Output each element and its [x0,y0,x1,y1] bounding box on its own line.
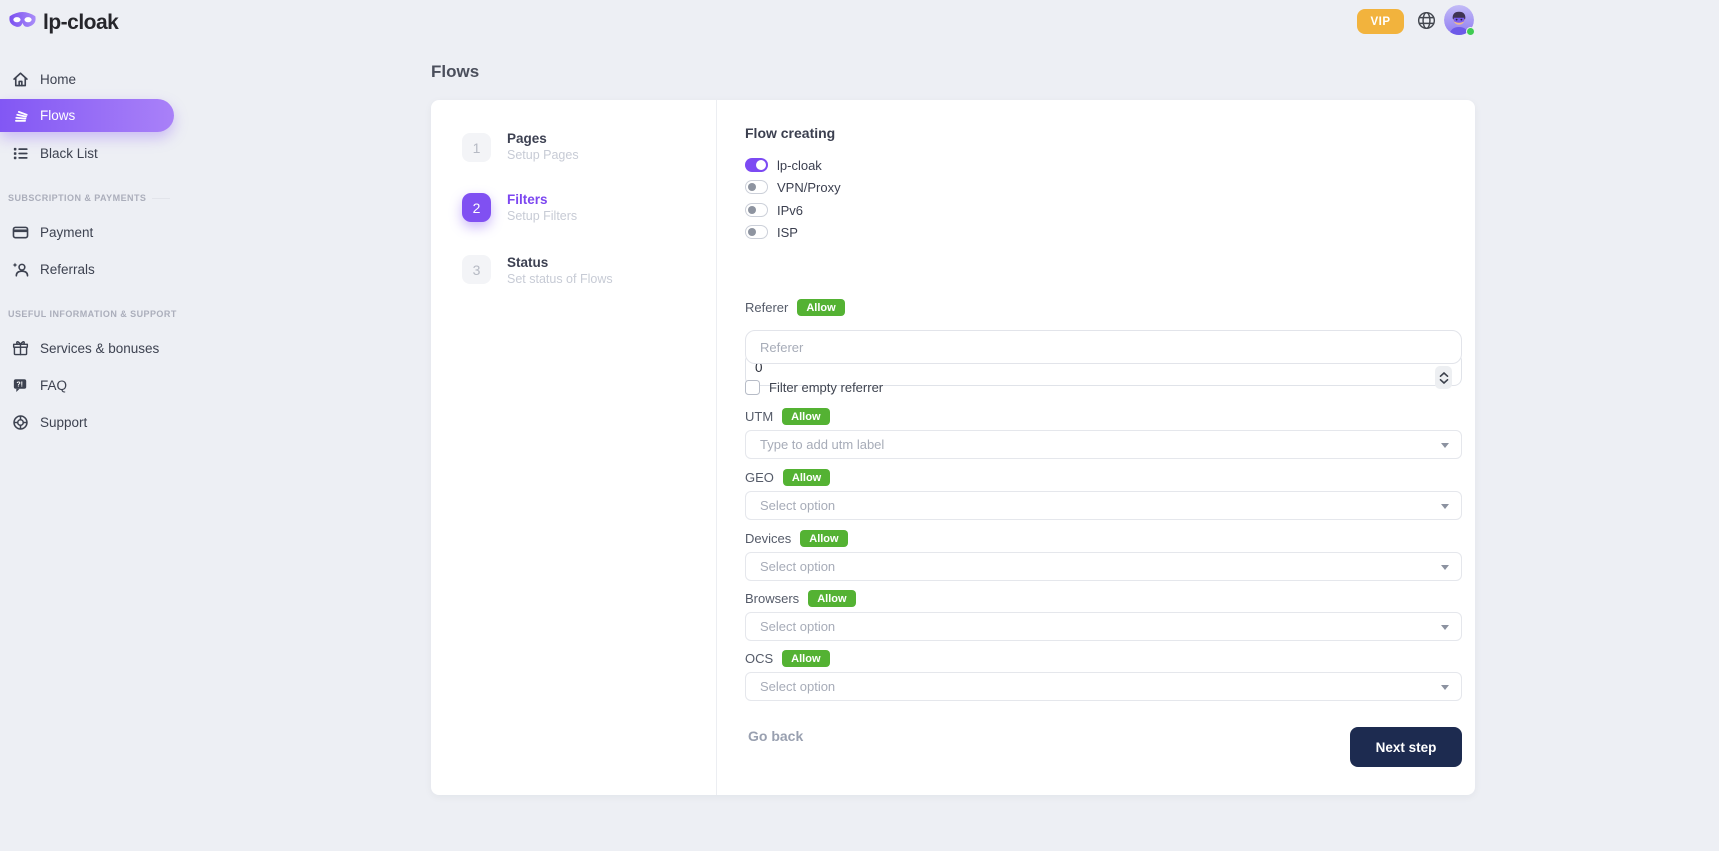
toggle-row-lp-cloak: lp-cloak [745,155,822,175]
wizard-step-3[interactable]: 3 [462,255,491,284]
step-number: 1 [473,140,481,156]
sidebar-item-home[interactable]: Home [0,63,174,95]
panel-divider [716,100,717,795]
browsers-label-row: Browsers Allow [745,590,856,607]
referer-input[interactable] [745,330,1462,364]
ocs-select[interactable]: Select option [745,672,1462,701]
referer-allow-badge[interactable]: Allow [797,299,844,316]
gift-icon [11,339,30,358]
isp-toggle[interactable] [745,225,768,239]
utm-combo [745,430,1462,459]
browsers-select[interactable]: Select option [745,612,1462,641]
select-placeholder: Select option [760,679,835,694]
sidebar-item-label: FAQ [40,378,67,393]
step-number: 2 [473,200,481,216]
devices-label: Devices [745,531,791,546]
sidebar-item-label: Support [40,415,87,430]
utm-label: UTM [745,409,773,424]
referer-label: Referer [745,300,788,315]
filter-empty-referrer-checkbox[interactable] [745,380,760,395]
sidebar-item-faq[interactable]: ?! FAQ [0,369,174,401]
user-avatar[interactable] [1444,5,1474,35]
wizard-step-3-subtitle: Set status of Flows [507,272,613,286]
wizard-step-1-title: Pages [507,131,547,146]
wizard-step-1-subtitle: Setup Pages [507,148,579,162]
support-icon [11,413,30,432]
vpn-proxy-toggle[interactable] [745,180,768,194]
referrals-icon [11,260,30,279]
go-back-button[interactable]: Go back [748,728,803,744]
number-stepper[interactable] [1435,366,1452,389]
toggle-row-vpn-proxy: VPN/Proxy [745,177,841,197]
payment-icon [11,223,30,242]
blacklist-icon [11,144,30,163]
sidebar-section-support: USEFUL INFORMATION & SUPPORT [8,309,170,319]
lp-cloak-toggle[interactable] [745,158,768,172]
ocs-allow-badge[interactable]: Allow [782,650,829,667]
sidebar-item-services-bonuses[interactable]: Services & bonuses [0,332,174,364]
sidebar-item-black-list[interactable]: Black List [0,137,174,169]
sidebar-section-subscription: SUBSCRIPTION & PAYMENTS [8,193,170,203]
sidebar-item-payment[interactable]: Payment [0,216,174,248]
toggle-row-isp: ISP [745,222,798,242]
sidebar-item-flows[interactable]: Flows [0,99,174,132]
sidebar-item-label: Referrals [40,262,95,277]
devices-label-row: Devices Allow [745,530,848,547]
brand-logo[interactable]: lp-cloak [8,10,118,36]
wizard-step-2-title: Filters [507,192,548,207]
svg-text:?!: ?! [16,380,23,388]
mask-logo-icon [8,10,37,36]
ipv6-toggle[interactable] [745,203,768,217]
sidebar-item-label: Services & bonuses [40,341,159,356]
faq-icon: ?! [11,376,30,395]
select-placeholder: Select option [760,559,835,574]
page-title: Flows [431,62,479,82]
referer-label-row: Referer Allow [745,299,845,316]
toggle-label: lp-cloak [777,158,822,173]
sidebar-item-label: Home [40,72,76,87]
toggle-label: ISP [777,225,798,240]
sidebar-item-label: Flows [40,108,75,123]
sidebar-item-label: Payment [40,225,93,240]
wizard-step-3-title: Status [507,255,548,270]
toggle-row-ipv6: IPv6 [745,200,803,220]
toggle-label: IPv6 [777,203,803,218]
sidebar-item-label: Black List [40,146,98,161]
geo-label: GEO [745,470,774,485]
devices-allow-badge[interactable]: Allow [800,530,847,547]
sidebar: lp-cloak Home Flows [0,0,174,851]
toggle-label: VPN/Proxy [777,180,841,195]
online-status-dot [1466,27,1475,36]
select-placeholder: Select option [760,498,835,513]
utm-input[interactable] [745,430,1462,459]
browsers-label: Browsers [745,591,799,606]
devices-select[interactable]: Select option [745,552,1462,581]
wizard-step-2[interactable]: 2 [462,193,491,222]
geo-allow-badge[interactable]: Allow [783,469,830,486]
flows-icon [11,106,30,125]
filter-empty-referrer-label: Filter empty referrer [769,380,883,395]
wizard-step-2-subtitle: Setup Filters [507,209,577,223]
flow-card: 1 Pages Setup Pages 2 Filters Setup Filt… [431,100,1475,795]
browsers-allow-badge[interactable]: Allow [808,590,855,607]
ocs-label: OCS [745,651,773,666]
brand-name: lp-cloak [43,11,118,35]
next-step-button[interactable]: Next step [1350,727,1462,767]
vip-button[interactable]: VIP [1357,9,1404,34]
sidebar-item-support[interactable]: Support [0,406,174,438]
language-globe-icon[interactable] [1416,10,1437,31]
utm-allow-badge[interactable]: Allow [782,408,829,425]
geo-label-row: GEO Allow [745,469,830,486]
select-placeholder: Select option [760,619,835,634]
step-number: 3 [473,262,481,278]
form-title: Flow creating [745,125,835,141]
filter-empty-referrer-row: Filter empty referrer [745,379,883,396]
ocs-label-row: OCS Allow [745,650,830,667]
geo-select[interactable]: Select option [745,491,1462,520]
home-icon [11,70,30,89]
utm-label-row: UTM Allow [745,408,830,425]
wizard-step-1[interactable]: 1 [462,133,491,162]
flow-creating-form: Flow creating lp-cloak VPN/Proxy IPv6 IS… [745,100,1462,795]
sidebar-item-referrals[interactable]: Referrals [0,253,174,285]
